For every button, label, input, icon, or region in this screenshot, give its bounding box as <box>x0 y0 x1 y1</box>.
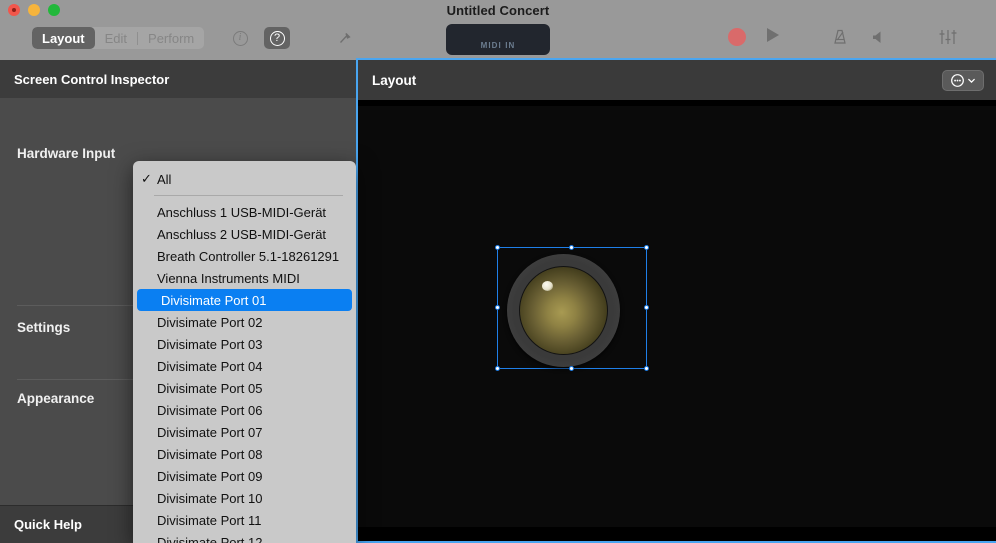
menu-item-label: Divisimate Port 01 <box>161 292 267 308</box>
resize-handle[interactable] <box>644 305 649 310</box>
menu-item[interactable]: Divisimate Port 11 <box>133 509 356 531</box>
menu-item[interactable]: Divisimate Port 07 <box>133 421 356 443</box>
tuning-fork-icon <box>340 33 351 43</box>
menu-item-label: Divisimate Port 08 <box>157 446 263 462</box>
menu-item[interactable]: Divisimate Port 02 <box>133 311 356 333</box>
toolbar: Untitled Concert Layout Edit Perform i ? <box>0 0 996 60</box>
menu-item-label: Divisimate Port 07 <box>157 424 263 440</box>
menu-item[interactable]: Vienna Instruments MIDI <box>133 267 356 289</box>
metronome-icon <box>834 29 846 44</box>
mixer-sliders-icon <box>939 30 957 44</box>
record-button[interactable] <box>728 28 746 46</box>
play-button[interactable] <box>767 28 779 42</box>
knob-highlight <box>542 281 553 291</box>
speaker-icon <box>873 31 881 43</box>
mute-button[interactable] <box>870 28 888 51</box>
layout-panel: Layout <box>356 58 996 543</box>
help-icon: ? <box>269 30 285 46</box>
layout-header: Layout <box>358 60 996 100</box>
checkmark-icon: ✓ <box>141 171 152 186</box>
tab-layout[interactable]: Layout <box>32 27 95 49</box>
app-window: Untitled Concert Layout Edit Perform i ? <box>0 0 996 543</box>
menu-item[interactable]: Divisimate Port 04 <box>133 355 356 377</box>
tab-perform[interactable]: Perform <box>138 27 204 49</box>
menu-item[interactable]: Divisimate Port 10 <box>133 487 356 509</box>
menu-item[interactable]: Divisimate Port 12 <box>133 531 356 543</box>
section-appearance: Appearance <box>17 391 95 406</box>
help-button[interactable]: ? <box>264 27 290 49</box>
menu-item[interactable]: Divisimate Port 01 <box>137 289 352 311</box>
resize-handle[interactable] <box>569 245 574 250</box>
midi-port-menu[interactable]: ✓ All Anschluss 1 USB-MIDI-Gerät Anschluss … <box>133 161 356 543</box>
metronome-button[interactable] <box>831 28 849 51</box>
menu-item-label: Divisimate Port 03 <box>157 336 263 352</box>
resize-handle[interactable] <box>495 245 500 250</box>
menu-item[interactable]: Breath Controller 5.1-18261291 <box>133 245 356 267</box>
menu-item-label: Divisimate Port 10 <box>157 490 263 506</box>
mode-segmented-control[interactable]: Layout Edit Perform <box>32 27 205 49</box>
menu-item-label: Vienna Instruments MIDI <box>157 270 300 286</box>
menu-item-label: Divisimate Port 06 <box>157 402 263 418</box>
section-hardware-input: Hardware Input <box>17 146 116 161</box>
chevron-down-icon <box>968 78 975 83</box>
resize-handle[interactable] <box>495 305 500 310</box>
menu-item[interactable]: Anschluss 1 USB-MIDI-Gerät <box>133 201 356 223</box>
menu-item-label: Divisimate Port 11 <box>157 512 262 528</box>
section-settings: Settings <box>17 320 71 335</box>
menu-item-label: Divisimate Port 05 <box>157 380 263 396</box>
resize-handle[interactable] <box>644 366 649 371</box>
midi-in-display[interactable]: MIDI IN <box>446 24 550 55</box>
tuning-button[interactable] <box>332 27 358 49</box>
tab-perform-label: Perform <box>148 30 195 46</box>
menu-item-label: Divisimate Port 09 <box>157 468 263 484</box>
menu-item[interactable]: Divisimate Port 03 <box>133 333 356 355</box>
menu-item-label: Divisimate Port 12 <box>157 534 263 543</box>
menu-item-label: Breath Controller 5.1-18261291 <box>157 248 340 264</box>
menu-item[interactable]: Divisimate Port 08 <box>133 443 356 465</box>
menu-item-label: Divisimate Port 02 <box>157 314 263 330</box>
info-icon: i <box>232 30 248 46</box>
knob-face <box>519 266 608 355</box>
mixer-button[interactable] <box>938 28 958 51</box>
midi-in-label: MIDI IN <box>480 41 516 50</box>
info-button[interactable]: i <box>227 27 253 49</box>
tab-edit[interactable]: Edit <box>95 27 137 49</box>
menu-item-label: Divisimate Port 04 <box>157 358 263 374</box>
layout-canvas[interactable] <box>358 100 996 541</box>
menu-item[interactable]: Divisimate Port 05 <box>133 377 356 399</box>
layout-title: Layout <box>372 72 417 88</box>
knob-body[interactable] <box>507 254 620 367</box>
tab-edit-label: Edit <box>104 30 128 46</box>
screen-control-knob[interactable] <box>495 245 649 371</box>
menu-item-label: All <box>157 171 172 187</box>
tab-layout-label: Layout <box>42 30 85 46</box>
menu-item-label: Anschluss 1 USB-MIDI-Gerät <box>157 204 327 220</box>
menu-item-label: Anschluss 2 USB-MIDI-Gerät <box>157 226 327 242</box>
menu-item[interactable]: ✓ All <box>133 168 356 190</box>
menu-item[interactable]: Divisimate Port 06 <box>133 399 356 421</box>
menu-item[interactable]: Anschluss 2 USB-MIDI-Gerät <box>133 223 356 245</box>
options-circle-icon <box>951 73 964 87</box>
resize-handle[interactable] <box>569 366 574 371</box>
inspector-header: Screen Control Inspector <box>0 60 356 98</box>
resize-handle[interactable] <box>644 245 649 250</box>
layout-options-button[interactable] <box>942 69 984 91</box>
resize-handle[interactable] <box>495 366 500 371</box>
window-title: Untitled Concert <box>446 3 550 18</box>
menu-item[interactable]: Divisimate Port 09 <box>133 465 356 487</box>
menu-separator <box>154 195 343 196</box>
